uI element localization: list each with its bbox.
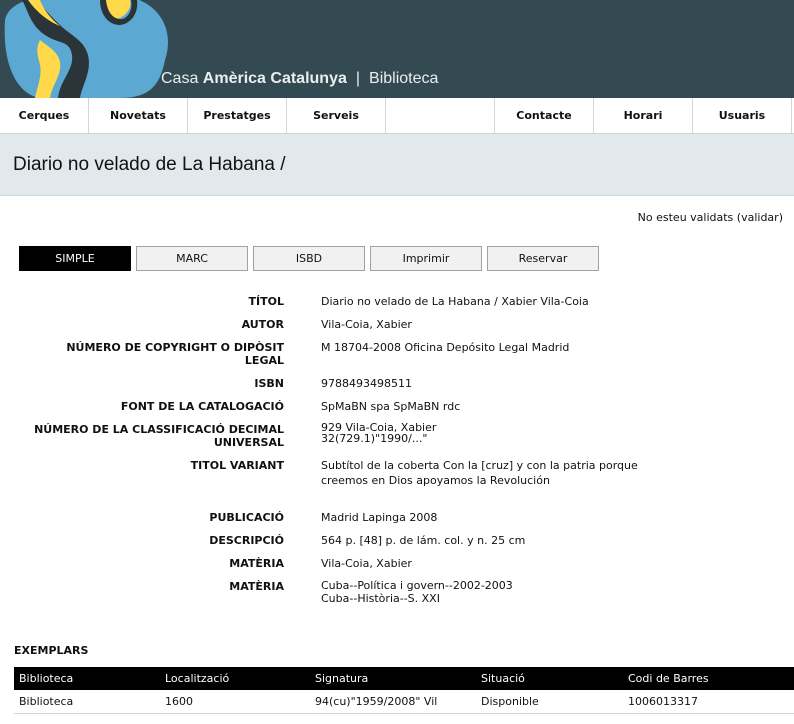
record-value-titol-variant: Subtítol de la coberta Con la [cruz] y c… [321, 458, 638, 488]
site-title-separator: | [355, 70, 361, 87]
site-title-prefix: Casa [161, 70, 203, 87]
nav-cerques[interactable]: Cerques [0, 98, 89, 133]
record-value-titol: Diario no velado de La Habana / Xabier V… [321, 295, 589, 308]
page-title: Diario no velado de La Habana / [13, 154, 286, 175]
exemplars-heading: EXEMPLARS [14, 644, 89, 657]
record-value-cdu-line2: 32(729.1)"1990/..." [321, 432, 428, 445]
holdings-header-row: Biblioteca Localització Signatura Situac… [14, 667, 794, 690]
holdings-header-signatura: Signatura [315, 672, 369, 685]
record-value-autor[interactable]: Vila-Coia, Xabier [321, 317, 412, 332]
record-value-titol-variant-line1: Subtítol de la coberta Con la [cruz] y c… [321, 459, 638, 472]
main-nav: Cerques Novetats Prestatges Serveis Cont… [0, 98, 794, 134]
holdings-cell-signatura: 94(cu)"1959/2008" Vil [315, 695, 438, 708]
record-label-copyright-line2: LEGAL [244, 354, 284, 367]
record-value-titol-variant-line2: creemos en Dios apoyamos la Revolución [321, 474, 550, 487]
record-value-descripcio: 564 p. [48] p. de lám. col. y n. 25 cm [321, 534, 526, 547]
tab-marc[interactable]: MARC [136, 246, 248, 271]
record-value-copyright: M 18704-2008 Oficina Depósito Legal Madr… [321, 341, 570, 354]
record-value-materia-2-line1[interactable]: Cuba--Política i govern--2002-2003 [321, 579, 513, 592]
holdings-header-localitzacio: Localització [165, 672, 230, 685]
record-label-publicacio: PUBLICACIÓ [209, 511, 284, 524]
record-label-cdu-line2: UNIVERSAL [213, 436, 284, 449]
login-status-text: No esteu validats [637, 211, 734, 224]
holdings-table: Biblioteca Localització Signatura Situac… [14, 667, 794, 714]
record-label-titol-variant: TITOL VARIANT [190, 459, 284, 472]
record-value-materia-1[interactable]: Vila-Coia, Xabier [321, 556, 412, 571]
site-title[interactable]: Casa Amèrica Catalunya | Biblioteca [161, 70, 438, 88]
tab-simple[interactable]: SIMPLE [19, 246, 131, 271]
nav-serveis[interactable]: Serveis [287, 98, 386, 133]
record-label-copyright: NÚMERO DE COPYRIGHT O DIPÒSIT LEGAL [66, 341, 284, 367]
record-label-font: FONT DE LA CATALOGACIÓ [120, 400, 284, 413]
nav-spacer [386, 98, 495, 133]
holdings-cell-codi-barres: 1006013317 [628, 695, 698, 708]
record-label-isbn: ISBN [254, 377, 284, 390]
tab-isbd[interactable]: ISBD [253, 246, 365, 271]
site-title-section: Biblioteca [369, 70, 439, 87]
holdings-cell-biblioteca: Biblioteca [19, 695, 74, 708]
nav-contacte[interactable]: Contacte [495, 98, 594, 133]
holdings-header-biblioteca: Biblioteca [19, 672, 74, 685]
login-link[interactable]: (validar) [737, 211, 783, 224]
site-header: Casa Amèrica Catalunya | Biblioteca [0, 0, 794, 98]
holdings-cell-situacio: Disponible [481, 695, 539, 708]
record-value-cdu: 929 Vila-Coia, Xabier 32(729.1)"1990/...… [321, 422, 436, 444]
nav-horari[interactable]: Horari [594, 98, 693, 133]
record-label-materia-2: MATÈRIA [229, 580, 284, 593]
record-label-descripcio: DESCRIPCIÓ [209, 534, 284, 547]
record-value-materia-2-line2[interactable]: Cuba--Història--S. XXI [321, 592, 513, 605]
record-value-isbn: 9788493498511 [321, 377, 412, 390]
holdings-header-codi-barres: Codi de Barres [628, 672, 709, 685]
nav-prestatges[interactable]: Prestatges [188, 98, 287, 133]
site-title-brand: Amèrica Catalunya [202, 70, 347, 87]
record-value-publicacio: Madrid Lapinga 2008 [321, 511, 438, 524]
globe-logo-icon[interactable] [0, 0, 170, 98]
record-label-copyright-line1: NÚMERO DE COPYRIGHT O DIPÒSIT [66, 341, 284, 354]
record-value-materia-2[interactable]: Cuba--Política i govern--2002-2003 Cuba-… [321, 579, 513, 605]
title-band: Diario no velado de La Habana / [0, 134, 794, 196]
record-label-autor: AUTOR [241, 318, 284, 331]
record-value-font: SpMaBN spa SpMaBN rdc [321, 400, 461, 413]
table-row: Biblioteca 1600 94(cu)"1959/2008" Vil Di… [14, 690, 794, 714]
record-label-cdu-line1: NÚMERO DE LA CLASSIFICACIÓ DECIMAL [34, 423, 284, 436]
holdings-cell-localitzacio: 1600 [165, 695, 193, 708]
record-label-cdu: NÚMERO DE LA CLASSIFICACIÓ DECIMAL UNIVE… [34, 423, 284, 449]
reserve-button[interactable]: Reservar [487, 246, 599, 271]
login-status: No esteu validats (validar) [638, 211, 783, 224]
nav-novetats[interactable]: Novetats [89, 98, 188, 133]
print-button[interactable]: Imprimir [370, 246, 482, 271]
record-label-titol: TÍTOL [248, 295, 284, 308]
record-label-materia-1: MATÈRIA [229, 557, 284, 570]
holdings-header-situacio: Situació [481, 672, 525, 685]
nav-usuaris[interactable]: Usuaris [693, 98, 792, 133]
